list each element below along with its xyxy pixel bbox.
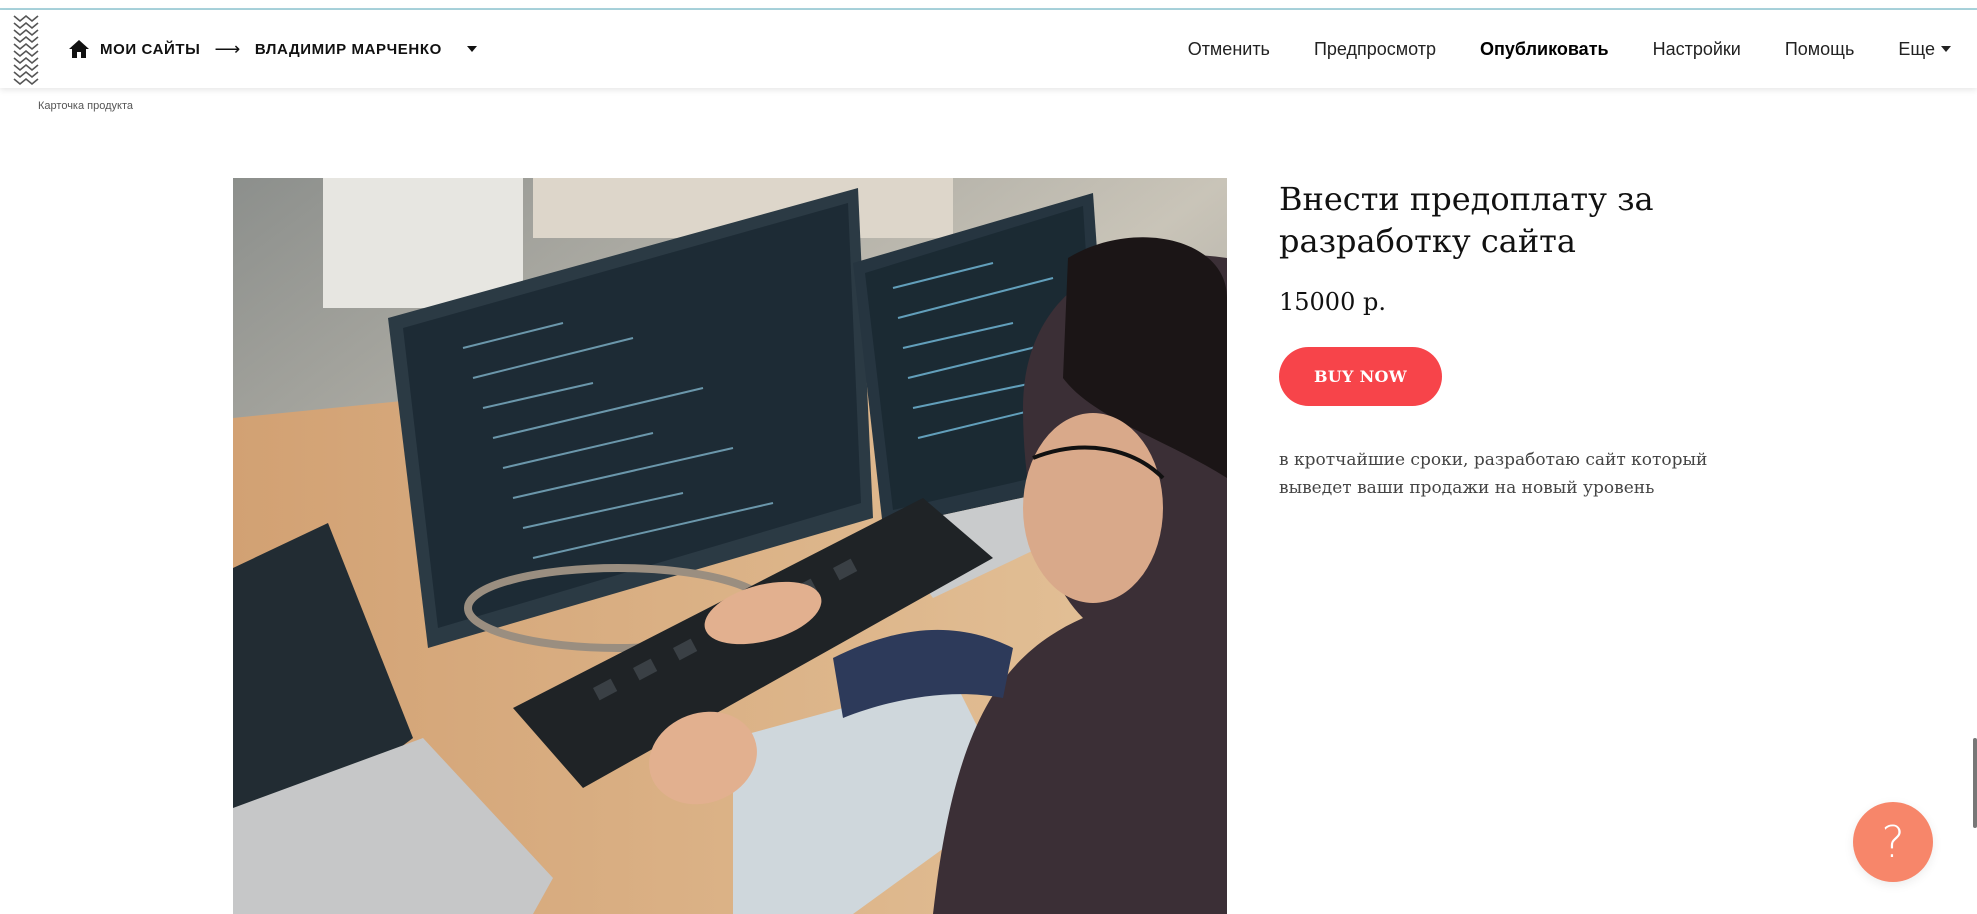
product-price: 15000 р. — [1279, 288, 1386, 316]
breadcrumb: МОИ САЙТЫ ⟶ ВЛАДИМИР МАРЧЕНКО — [68, 10, 478, 88]
more-menu-button[interactable]: Еще — [1898, 39, 1951, 60]
zigzag-logo-icon[interactable] — [12, 10, 40, 88]
breadcrumb-separator: ⟶ — [214, 38, 241, 59]
cancel-button[interactable]: Отменить — [1188, 39, 1270, 60]
editor-topbar: МОИ САЙТЫ ⟶ ВЛАДИМИР МАРЧЕНКО Отменить П… — [0, 10, 1977, 88]
block-label: Карточка продукта — [38, 100, 133, 112]
programmer-photo-illustration — [233, 178, 1227, 914]
scrollbar-thumb[interactable] — [1973, 738, 1977, 828]
help-chat-button[interactable]: ? — [1853, 802, 1933, 882]
breadcrumb-site[interactable]: ВЛАДИМИР МАРЧЕНКО — [255, 41, 442, 58]
help-menu-button[interactable]: Помощь — [1785, 39, 1855, 60]
breadcrumb-root[interactable]: МОИ САЙТЫ — [100, 41, 200, 58]
product-image[interactable] — [233, 178, 1227, 914]
publish-button[interactable]: Опубликовать — [1480, 39, 1609, 60]
home-icon[interactable] — [68, 39, 90, 59]
more-menu-label: Еще — [1898, 38, 1935, 59]
product-description: в кротчайшие сроки, разработаю сайт кото… — [1279, 450, 1708, 498]
buy-now-button[interactable]: BUY NOW — [1279, 347, 1442, 406]
settings-button[interactable]: Настройки — [1653, 39, 1741, 60]
editor-nav: Отменить Предпросмотр Опубликовать Настр… — [1188, 10, 1951, 88]
chevron-down-icon[interactable] — [466, 45, 478, 53]
preview-button[interactable]: Предпросмотр — [1314, 39, 1436, 60]
product-title: Внести предоплату за разработку сайта — [1279, 180, 1654, 260]
chevron-down-icon — [1941, 45, 1951, 52]
top-accent-line — [0, 0, 1977, 10]
